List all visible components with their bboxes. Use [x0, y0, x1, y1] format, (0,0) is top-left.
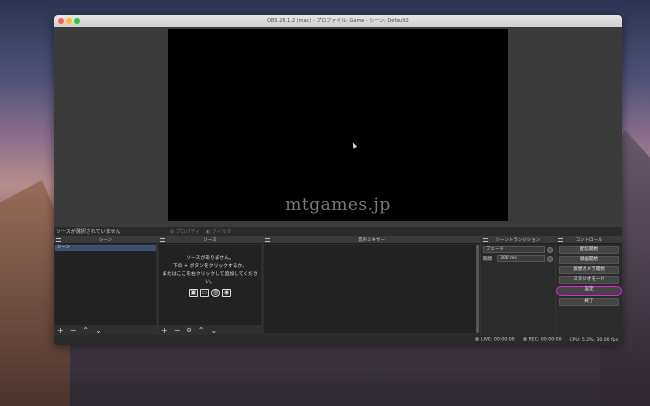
settings-button[interactable]: 設定: [556, 286, 622, 296]
mixer-scrollbar[interactable]: [476, 245, 479, 333]
gear-icon: ⚙: [170, 228, 175, 235]
dock-menu-icon[interactable]: [483, 238, 488, 242]
scene-item[interactable]: シーン: [55, 245, 156, 251]
camera-icon: ◉: [222, 289, 231, 297]
sources-footer: + − ⚙ ⌃ ⌄: [158, 325, 262, 335]
scenes-dock: シーン シーン + − ⌃ ⌄: [54, 237, 157, 335]
title-bar: OBS 26.1.2 (mac) - プロファイル: Game - シーン: D…: [54, 15, 622, 27]
controls-dock: コントロール 配信開始 録画開始 仮想カメラ開始 スタジオモード 設定 終了: [556, 237, 622, 335]
rec-status: REC: 00:00:00: [522, 337, 562, 343]
rec-indicator-icon: [522, 337, 527, 342]
studio-mode-button[interactable]: スタジオモード: [559, 276, 619, 284]
transitions-dock-header[interactable]: シーントランジション: [481, 237, 555, 244]
transition-select[interactable]: フェード: [483, 246, 545, 253]
audio-mixer-dock: 音声ミキサー: [263, 237, 480, 335]
obs-window: OBS 26.1.2 (mac) - プロファイル: Game - シーン: D…: [54, 15, 622, 345]
duration-stepper[interactable]: [547, 255, 553, 262]
mixer-body: [264, 245, 479, 333]
scene-transitions-dock: シーントランジション フェード 期間 300 ms: [481, 237, 555, 335]
duration-row: 期間 300 ms: [481, 253, 555, 262]
close-window-button[interactable]: [58, 18, 64, 24]
mixer-dock-header[interactable]: 音声ミキサー: [263, 237, 480, 244]
scenes-footer: + − ⌃ ⌄: [54, 325, 157, 335]
filter-icon: ◐: [206, 228, 211, 235]
zoom-window-button[interactable]: [74, 18, 80, 24]
sources-dock: ソース ソースがありません。 下の + ボタンをクリックするか、 またはここを右…: [158, 237, 262, 335]
controls-dock-header[interactable]: コントロール: [556, 237, 622, 244]
minimize-window-button[interactable]: [66, 18, 72, 24]
exit-button[interactable]: 終了: [559, 298, 619, 306]
add-source-button[interactable]: +: [161, 326, 168, 335]
status-bar: LIVE: 00:00:00 REC: 00:00:00 CPU: 5.2%, …: [54, 335, 622, 345]
image-icon: ▣: [189, 289, 198, 297]
source-toolbar: ソースが選択されていません ⚙ プロパティ ◐ フィルタ: [54, 227, 622, 236]
source-type-icons: ▣ ▭ ◍ ◉: [159, 289, 261, 297]
remove-scene-button[interactable]: −: [70, 326, 77, 335]
move-scene-up-button[interactable]: ⌃: [82, 326, 89, 335]
docks-area: シーン シーン + − ⌃ ⌄ ソース ソースがありません。 下の + ボタンを…: [54, 237, 622, 335]
no-sources-message: ソースがありません。 下の + ボタンをクリックするか、 またはここを右クリック…: [162, 256, 258, 285]
preview-area: mtgames.jp: [54, 27, 622, 238]
preview-canvas[interactable]: mtgames.jp: [168, 29, 508, 221]
scenes-dock-header[interactable]: シーン: [54, 237, 157, 244]
window-title: OBS 26.1.2 (mac) - プロファイル: Game - シーン: D…: [267, 18, 409, 24]
transition-select-row: フェード: [481, 244, 555, 253]
duration-label: 期間: [483, 256, 492, 262]
start-virtual-camera-button[interactable]: 仮想カメラ開始: [559, 266, 619, 274]
move-source-down-button[interactable]: ⌄: [211, 326, 218, 335]
dock-menu-icon[interactable]: [558, 238, 563, 242]
sources-list[interactable]: ソースがありません。 下の + ボタンをクリックするか、 またはここを右クリック…: [159, 245, 261, 325]
move-source-up-button[interactable]: ⌃: [198, 326, 205, 335]
move-scene-down-button[interactable]: ⌄: [95, 326, 102, 335]
start-recording-button[interactable]: 録画開始: [559, 256, 619, 264]
dock-menu-icon[interactable]: [265, 238, 270, 242]
scenes-list: シーン: [55, 245, 156, 325]
duration-input[interactable]: 300 ms: [497, 255, 545, 262]
live-status: LIVE: 00:00:00: [474, 337, 515, 343]
no-source-label: ソースが選択されていません: [56, 229, 121, 235]
live-indicator-icon: [474, 337, 479, 342]
start-streaming-button[interactable]: 配信開始: [559, 246, 619, 254]
globe-icon: ◍: [211, 289, 220, 297]
transition-settings-button[interactable]: [547, 246, 553, 253]
remove-source-button[interactable]: −: [174, 326, 181, 335]
monitor-icon: ▭: [200, 289, 209, 297]
cpu-status: CPU: 5.2%, 30.00 fps: [569, 337, 618, 343]
properties-button[interactable]: ⚙ プロパティ: [170, 228, 200, 236]
watermark: mtgames.jp: [285, 195, 391, 215]
add-scene-button[interactable]: +: [57, 326, 64, 335]
source-properties-button[interactable]: ⚙: [186, 327, 191, 334]
dock-menu-icon[interactable]: [56, 238, 61, 242]
filters-button[interactable]: ◐ フィルタ: [206, 228, 231, 236]
sources-dock-header[interactable]: ソース: [158, 237, 262, 244]
dock-menu-icon[interactable]: [160, 238, 165, 242]
mouse-cursor-icon: [350, 141, 358, 149]
